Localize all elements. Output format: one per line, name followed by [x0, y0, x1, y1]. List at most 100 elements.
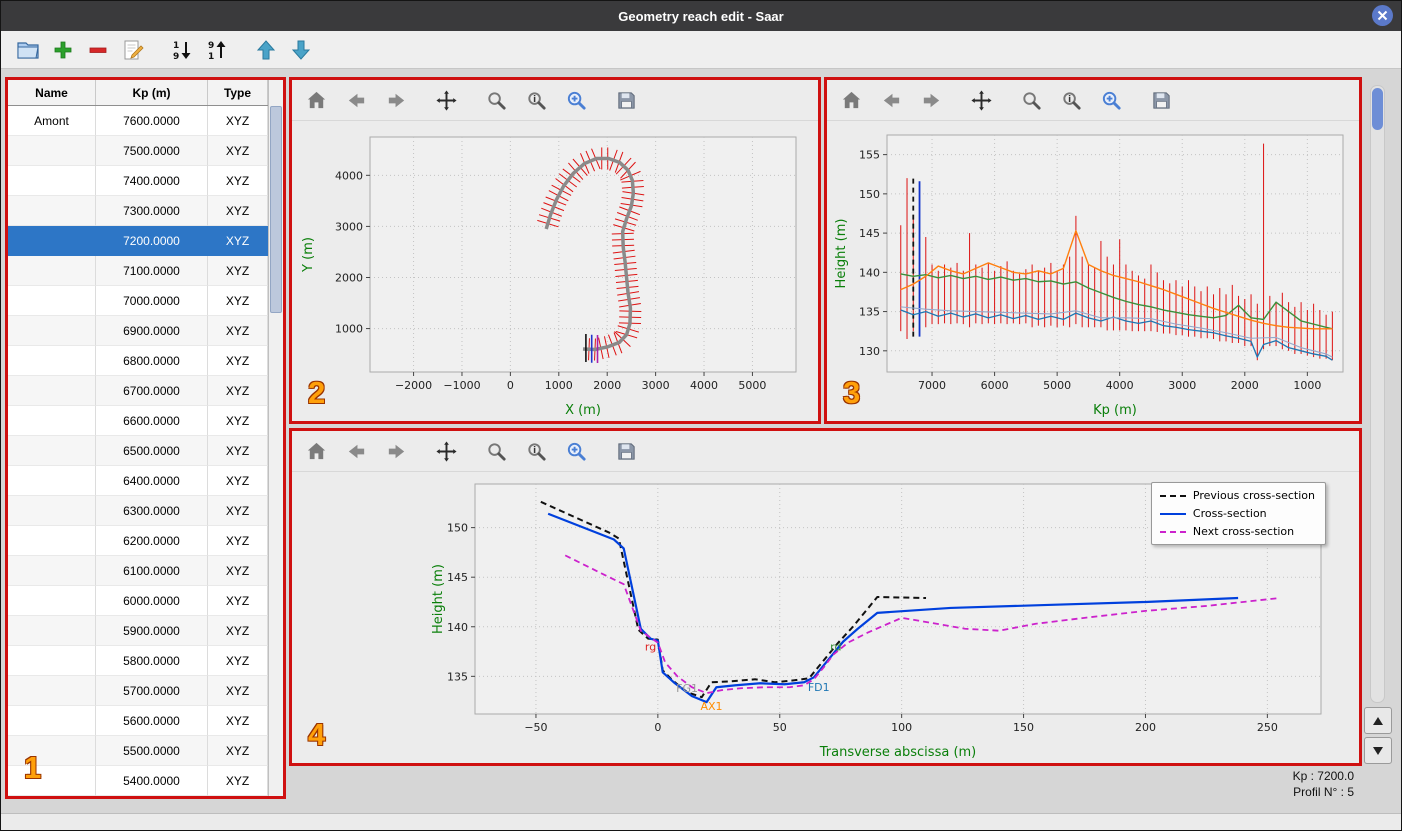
table-row[interactable]: 6000.0000 XYZ	[8, 586, 283, 616]
vertical-scrollbar-thumb[interactable]	[1372, 88, 1383, 130]
zoom-info-icon[interactable]: i	[522, 86, 550, 114]
cell-name	[8, 256, 96, 286]
close-icon	[1377, 10, 1388, 21]
table-row[interactable]: 6800.0000 XYZ	[8, 346, 283, 376]
cell-type: XYZ	[208, 136, 268, 166]
forward-icon[interactable]	[382, 86, 410, 114]
home-icon[interactable]	[302, 437, 330, 465]
cross-section-plot[interactable]: Previous cross-section Cross-section Nex…	[292, 472, 1359, 769]
cell-name	[8, 136, 96, 166]
zoom-info-icon[interactable]: i	[1057, 86, 1085, 114]
table-scrollbar-thumb[interactable]	[270, 106, 282, 313]
back-icon[interactable]	[877, 86, 905, 114]
profile-up-button[interactable]	[1364, 707, 1392, 734]
zoom-info-icon[interactable]: i	[522, 437, 550, 465]
cell-name	[8, 676, 96, 706]
table-row[interactable]: 6300.0000 XYZ	[8, 496, 283, 526]
move-up-icon[interactable]	[253, 37, 279, 63]
back-icon[interactable]	[342, 437, 370, 465]
column-header-name[interactable]: Name	[8, 80, 96, 105]
pan-icon[interactable]	[432, 86, 460, 114]
app-window: Geometry reach edit - Saar 19 91 Name Kp …	[0, 0, 1402, 831]
svg-text:AX1: AX1	[700, 700, 722, 713]
cell-name	[8, 616, 96, 646]
zoom-icon[interactable]	[482, 437, 510, 465]
table-row[interactable]: 6200.0000 XYZ	[8, 526, 283, 556]
save-icon[interactable]	[612, 86, 640, 114]
svg-text:Y (m): Y (m)	[301, 237, 316, 273]
home-icon[interactable]	[302, 86, 330, 114]
cell-kp: 6200.0000	[96, 526, 208, 556]
zoom-icon[interactable]	[1017, 86, 1045, 114]
longitudinal-plot-toolbar: i	[827, 80, 1359, 121]
table-row[interactable]: 5800.0000 XYZ	[8, 646, 283, 676]
table-row[interactable]: 5900.0000 XYZ	[8, 616, 283, 646]
cell-kp: 6300.0000	[96, 496, 208, 526]
svg-text:135: 135	[859, 306, 880, 319]
column-header-type[interactable]: Type	[208, 80, 268, 105]
cell-name	[8, 226, 96, 256]
longitudinal-profile-panel: i 7000 6000 5000 4000 3000 2000 1000 130 135 140 1…	[824, 77, 1362, 424]
zoom-box-icon[interactable]	[562, 86, 590, 114]
cell-kp: 6000.0000	[96, 586, 208, 616]
close-button[interactable]	[1372, 5, 1393, 26]
table-row[interactable]: Amont 7600.0000 XYZ	[8, 106, 283, 136]
zoom-icon[interactable]	[482, 86, 510, 114]
cell-type: XYZ	[208, 376, 268, 406]
column-header-kp[interactable]: Kp (m)	[96, 80, 208, 105]
add-icon[interactable]	[50, 37, 76, 63]
pan-icon[interactable]	[432, 437, 460, 465]
plan-view-plot[interactable]: −2000 −1000 0 1000 2000 3000 4000 5000 1000 2000 3…	[292, 121, 818, 427]
vertical-scrollbar[interactable]	[1370, 85, 1385, 703]
table-row[interactable]: 7200.0000 XYZ	[8, 226, 283, 256]
svg-text:Height (m): Height (m)	[431, 564, 446, 634]
remove-icon[interactable]	[85, 37, 111, 63]
table-row[interactable]: 6500.0000 XYZ	[8, 436, 283, 466]
profile-down-button[interactable]	[1364, 737, 1392, 764]
table-row[interactable]: 6600.0000 XYZ	[8, 406, 283, 436]
table-row[interactable]: 5500.0000 XYZ	[8, 736, 283, 766]
table-row[interactable]: 6700.0000 XYZ	[8, 376, 283, 406]
cell-type: XYZ	[208, 106, 268, 136]
zoom-box-icon[interactable]	[1097, 86, 1125, 114]
status-kp: Kp : 7200.0	[1292, 769, 1354, 783]
table-row[interactable]: 5600.0000 XYZ	[8, 706, 283, 736]
legend-line-sample	[1159, 494, 1186, 497]
svg-text:4000: 4000	[335, 169, 363, 182]
table-row[interactable]: 6900.0000 XYZ	[8, 316, 283, 346]
forward-icon[interactable]	[917, 86, 945, 114]
table-row[interactable]: 7100.0000 XYZ	[8, 256, 283, 286]
svg-text:200: 200	[1135, 721, 1156, 734]
window-title: Geometry reach edit - Saar	[618, 8, 784, 24]
save-icon[interactable]	[612, 437, 640, 465]
table-row[interactable]: 5700.0000 XYZ	[8, 676, 283, 706]
move-down-icon[interactable]	[288, 37, 314, 63]
svg-text:0: 0	[507, 379, 514, 392]
sort-ascending-icon[interactable]: 19	[169, 37, 195, 63]
svg-text:−50: −50	[524, 721, 547, 734]
sort-descending-icon[interactable]: 91	[204, 37, 230, 63]
table-row[interactable]: 5400.0000 XYZ	[8, 766, 283, 796]
svg-text:1000: 1000	[545, 379, 573, 392]
svg-text:i: i	[1068, 94, 1071, 104]
plan-view-panel: i −2000 −1000 0 1000 2000 3000 4000 5000 1000 200…	[289, 77, 821, 424]
plan-plot-toolbar: i	[292, 80, 818, 121]
open-icon[interactable]	[15, 37, 41, 63]
table-row[interactable]: 6400.0000 XYZ	[8, 466, 283, 496]
table-row[interactable]: 7500.0000 XYZ	[8, 136, 283, 166]
table-row[interactable]: 7300.0000 XYZ	[8, 196, 283, 226]
table-row[interactable]: 7400.0000 XYZ	[8, 166, 283, 196]
edit-icon[interactable]	[120, 37, 146, 63]
svg-text:−2000: −2000	[395, 379, 432, 392]
table-row[interactable]: 6100.0000 XYZ	[8, 556, 283, 586]
home-icon[interactable]	[837, 86, 865, 114]
pan-icon[interactable]	[967, 86, 995, 114]
longitudinal-profile-plot[interactable]: 7000 6000 5000 4000 3000 2000 1000 130 135 140 145…	[827, 121, 1359, 427]
save-icon[interactable]	[1147, 86, 1175, 114]
svg-text:9: 9	[173, 52, 179, 62]
forward-icon[interactable]	[382, 437, 410, 465]
table-row[interactable]: 7000.0000 XYZ	[8, 286, 283, 316]
table-scrollbar[interactable]	[268, 80, 283, 796]
zoom-box-icon[interactable]	[562, 437, 590, 465]
back-icon[interactable]	[342, 86, 370, 114]
